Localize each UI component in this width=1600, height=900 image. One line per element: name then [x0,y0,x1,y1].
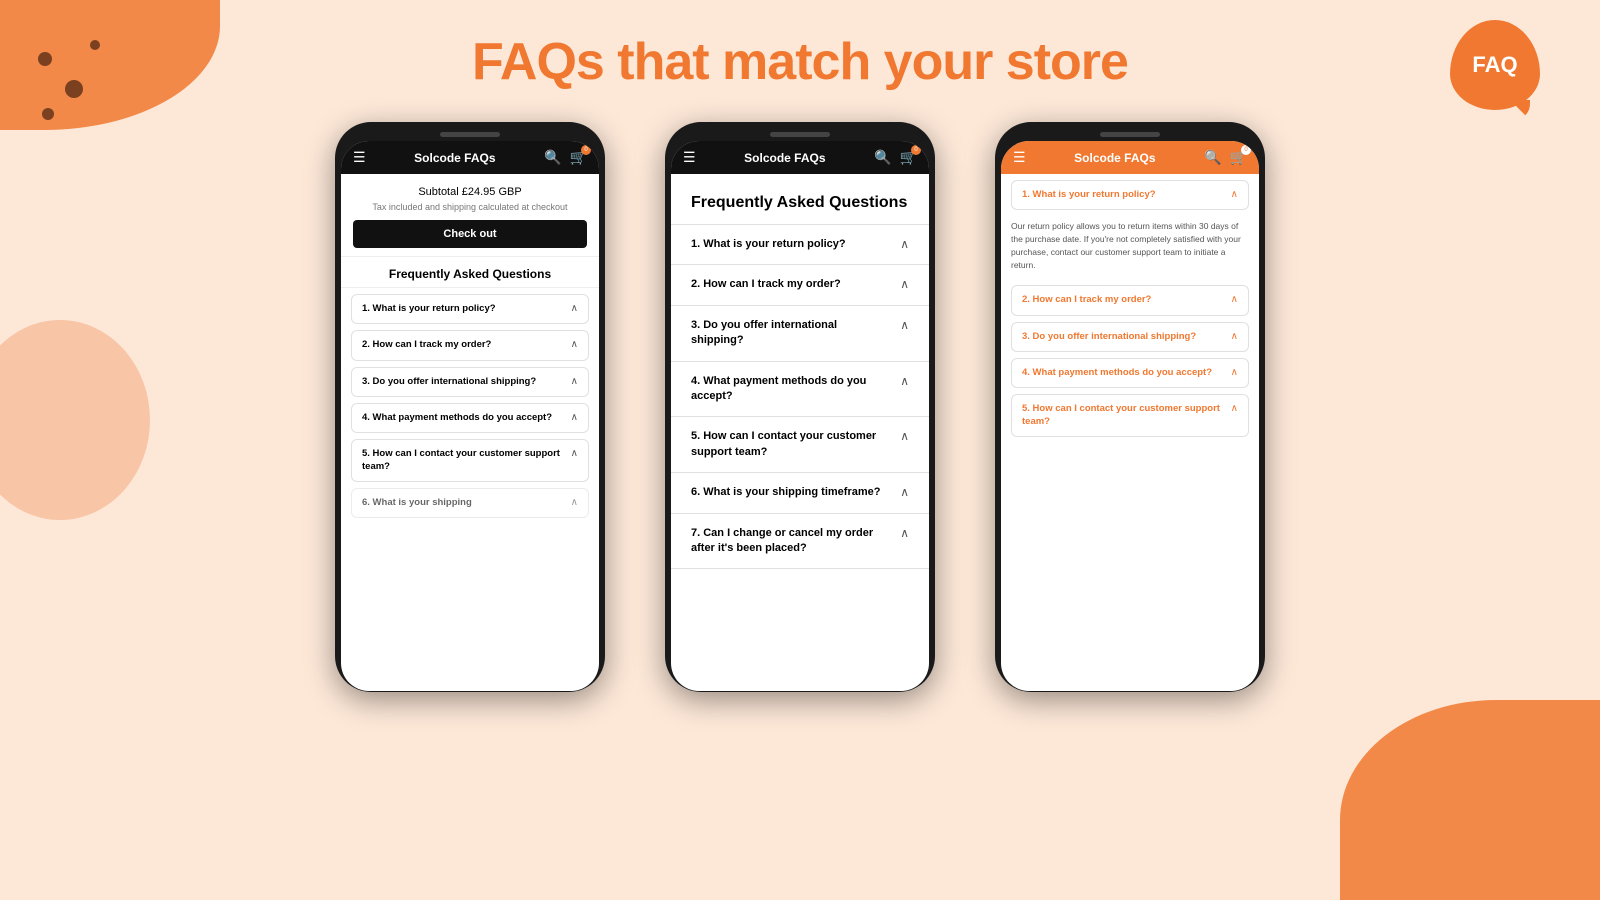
list-item[interactable]: 5. How can I contact your customer suppo… [351,439,589,482]
phone-3-nav-icons: 🔍 🛒0 [1204,149,1247,166]
phone2-faq-list: 1. What is your return policy? ∧ 2. How … [671,224,929,569]
menu-icon-1: ☰ [353,149,366,166]
list-item[interactable]: 4. What payment methods do you accept? ∧ [1011,358,1249,388]
chevron-icon: ∧ [571,412,578,423]
list-item[interactable]: 2. How can I track my order? ∧ [671,265,929,305]
chevron-icon: ∧ [900,277,909,291]
phone-1-nav-icons: 🔍 🛒0 [544,149,587,166]
chevron-icon: ∧ [900,526,909,540]
list-item[interactable]: 3. Do you offer international shipping? … [351,367,589,397]
chevron-icon: ∧ [900,485,909,499]
list-item[interactable]: 6. What is your shipping timeframe? ∧ [671,473,929,513]
faq-answer-1: Our return policy allows you to return i… [1001,216,1259,279]
chevron-icon: ∧ [1231,294,1238,305]
list-item[interactable]: 4. What payment methods do you accept? ∧ [671,362,929,418]
phone-2-nav-title: Solcode FAQs [744,151,825,165]
search-icon-2[interactable]: 🔍 [874,149,891,166]
list-item[interactable]: 2. How can I track my order? ∧ [1011,285,1249,315]
phone-2: ☰ Solcode FAQs 🔍 🛒0 Frequently Asked Que… [665,122,935,692]
chevron-icon: ∧ [1231,189,1238,200]
list-item[interactable]: 1. What is your return policy? ∧ [351,294,589,324]
phone-2-notch [770,132,830,137]
phone-1: ☰ Solcode FAQs 🔍 🛒0 Subtotal £24.95 GBP … [335,122,605,692]
bg-blob-bottom-right [1340,700,1600,900]
checkout-section: Subtotal £24.95 GBP Tax included and shi… [341,174,599,257]
chevron-icon: ∧ [1231,403,1238,414]
shipping-note: Tax included and shipping calculated at … [353,202,587,212]
chevron-icon: ∧ [900,237,909,251]
list-item[interactable]: 4. What payment methods do you accept? ∧ [351,403,589,433]
list-item[interactable]: 7. Can I change or cancel my order after… [671,514,929,570]
chevron-icon: ∧ [571,303,578,314]
phone1-faq-title: Frequently Asked Questions [341,257,599,288]
phone3-faq-list: 1. What is your return policy? ∧ Our ret… [1001,174,1259,443]
chevron-icon: ∧ [900,429,909,443]
subtotal-text: Subtotal £24.95 GBP [353,186,587,198]
list-item[interactable]: 1. What is your return policy? ∧ [1011,180,1249,210]
search-icon-1[interactable]: 🔍 [544,149,561,166]
phone-3: ☰ Solcode FAQs 🔍 🛒0 1. What is your retu… [995,122,1265,692]
phone-2-nav-icons: 🔍 🛒0 [874,149,917,166]
menu-icon-3: ☰ [1013,149,1026,166]
chevron-icon: ∧ [571,497,578,508]
chevron-icon: ∧ [571,339,578,350]
list-item[interactable]: 6. What is your shipping ∧ [351,488,589,518]
search-icon-3[interactable]: 🔍 [1204,149,1221,166]
chevron-icon: ∧ [1231,367,1238,378]
phone-2-screen: ☰ Solcode FAQs 🔍 🛒0 Frequently Asked Que… [671,141,929,691]
cart-icon-2[interactable]: 🛒0 [900,149,917,166]
phone-3-nav-title: Solcode FAQs [1074,151,1155,165]
cart-icon-3[interactable]: 🛒0 [1230,149,1247,166]
list-item[interactable]: 5. How can I contact your customer suppo… [671,417,929,473]
phone-3-screen: ☰ Solcode FAQs 🔍 🛒0 1. What is your retu… [1001,141,1259,691]
cart-icon-1[interactable]: 🛒0 [570,149,587,166]
page-title: FAQs that match your store [0,0,1600,92]
phone2-faq-main-title: Frequently Asked Questions [671,174,929,224]
list-item[interactable]: 3. Do you offer international shipping? … [671,306,929,362]
phones-container: ☰ Solcode FAQs 🔍 🛒0 Subtotal £24.95 GBP … [0,92,1600,692]
phone1-faq-list: 1. What is your return policy? ∧ 2. How … [341,288,599,524]
phone-2-nav: ☰ Solcode FAQs 🔍 🛒0 [671,141,929,174]
chevron-icon: ∧ [900,374,909,388]
list-item[interactable]: 5. How can I contact your customer suppo… [1011,394,1249,437]
phone-1-notch [440,132,500,137]
list-item[interactable]: 1. What is your return policy? ∧ [671,224,929,265]
phone-3-notch [1100,132,1160,137]
phone-1-nav: ☰ Solcode FAQs 🔍 🛒0 [341,141,599,174]
phone-3-nav: ☰ Solcode FAQs 🔍 🛒0 [1001,141,1259,174]
chevron-icon: ∧ [571,448,578,459]
checkout-button[interactable]: Check out [353,220,587,248]
chevron-icon: ∧ [571,376,578,387]
phone-1-screen: ☰ Solcode FAQs 🔍 🛒0 Subtotal £24.95 GBP … [341,141,599,691]
chevron-icon: ∧ [900,318,909,332]
chevron-icon: ∧ [1231,331,1238,342]
phone-1-nav-title: Solcode FAQs [414,151,495,165]
list-item[interactable]: 3. Do you offer international shipping? … [1011,322,1249,352]
menu-icon-2: ☰ [683,149,696,166]
list-item[interactable]: 2. How can I track my order? ∧ [351,330,589,360]
